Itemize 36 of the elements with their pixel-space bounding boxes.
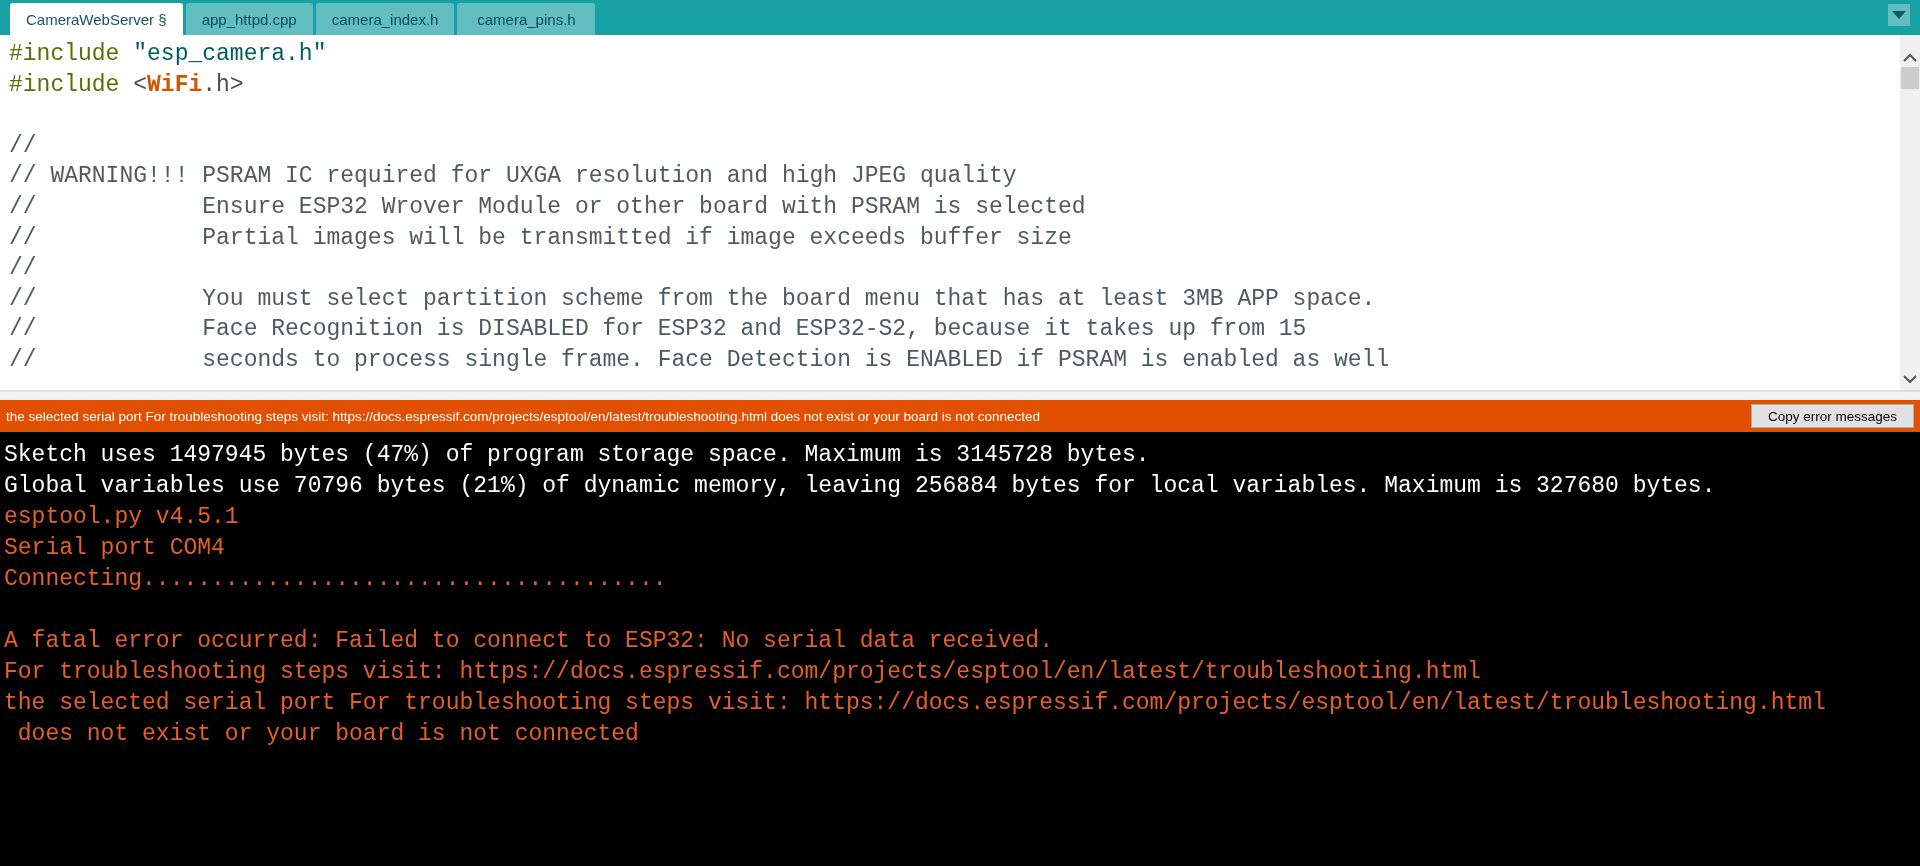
code-comment: // <box>9 132 37 159</box>
file-tab[interactable]: CameraWebServer § <box>10 3 183 35</box>
code-text: .h> <box>202 71 244 98</box>
code-comment: // You must select partition scheme from the board menu that has at least 3MB APP space. <box>9 285 1376 312</box>
error-message: the selected serial port For troubleshooting steps visit: https://docs.espressif.com/projects/esptool/en/latest/troubleshooting.html does not exist or your board is not connected <box>6 408 1041 424</box>
code-comment: // <box>9 255 37 282</box>
console-line: does not exist or your board is not connected <box>16 721 639 747</box>
file-tab[interactable]: app_httpd.cpp <box>185 3 313 35</box>
code-string: "esp_camera.h" <box>133 41 327 67</box>
code-text: < <box>133 71 148 98</box>
console-line: For troubleshooting steps visit: https://docs.espressif.com/projects/esptool/en/latest/troubleshooting.html <box>4 659 1481 685</box>
code-comment: // Partial images will be transmitted if image exceeds buffer size <box>9 224 1072 251</box>
copy-button[interactable]: Copy error messages <box>1750 404 1914 428</box>
console-line: the selected serial port For troubleshooting steps visit: https://docs.espressif.com/projects/esptool/en/latest/troubleshooting.html <box>4 690 1826 716</box>
code-keyword: #include <box>9 71 121 98</box>
console-line: Global variables use 70796 bytes (21%) of dynamic memory, leaving 256884 bytes for local variables. Maximum is 327680 bytes. <box>4 473 1716 499</box>
file-tab[interactable]: camera_pins.h <box>457 3 596 35</box>
scroll-thumb[interactable] <box>1901 67 1919 89</box>
scroll-down-icon <box>1903 375 1917 384</box>
tab-menu-button[interactable] <box>1888 4 1910 26</box>
caret-icon <box>1892 11 1906 19</box>
console-line: A fatal error occurred: Failed to connect to ESP32: No serial data received. <box>4 628 1053 654</box>
code-keyword: #include <box>9 41 121 67</box>
code-comment: // seconds to process single frame. Face Detection is ENABLED if PSRAM is enabled as well <box>9 346 1390 373</box>
console-line: Serial port COM4 <box>4 535 225 561</box>
code-comment: // WARNING!!! PSRAM IC required for UXGA resolution and high JPEG quality <box>9 163 1017 190</box>
scrollbar[interactable] <box>1900 35 1920 390</box>
console-line: Connecting...................................... <box>4 566 667 592</box>
scroll-up-icon <box>1903 53 1917 62</box>
console-line: Sketch uses 1497945 bytes (47%) of program storage space. Maximum is 3145728 bytes. <box>4 442 1150 468</box>
code-type: WiFi <box>147 71 203 98</box>
code-comment: // Ensure ESP32 Wrover Module or other board with PSRAM is selected <box>9 193 1086 220</box>
panel-splitter[interactable] <box>0 390 1920 400</box>
file-tab[interactable]: camera_index.h <box>315 3 455 35</box>
code-comment: // Face Recognition is DISABLED for ESP32 and ESP32-S2, because it takes up from 15 <box>9 316 1307 343</box>
console-line: esptool.py v4.5.1 <box>4 504 239 530</box>
